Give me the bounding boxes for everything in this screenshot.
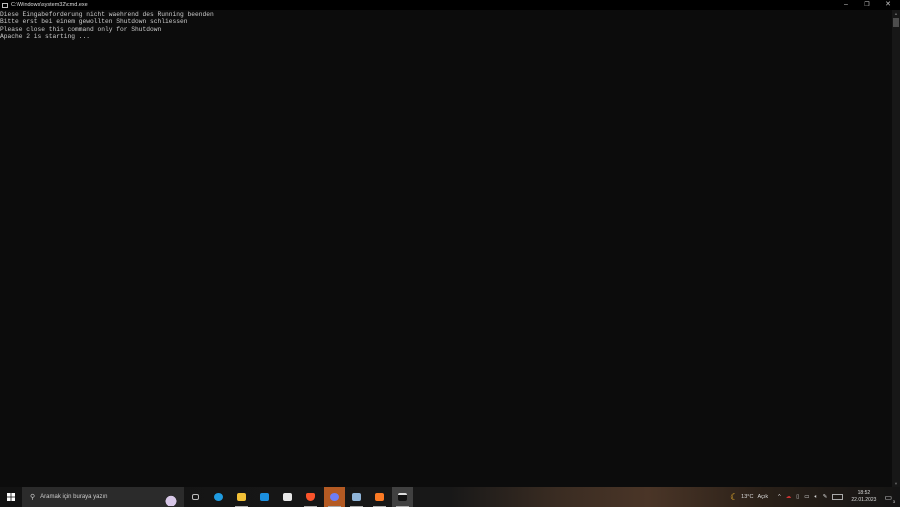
chat-icon — [330, 493, 339, 501]
volume-icon[interactable]: 🔈︎ — [814, 494, 817, 501]
minimize-button[interactable]: – — [836, 0, 856, 10]
date: 22.01.2023 — [851, 497, 877, 503]
cmd-icon — [2, 2, 8, 8]
pen-icon[interactable]: ✎ — [823, 494, 828, 500]
scroll-down-icon[interactable]: ▼ — [892, 481, 900, 486]
brave-icon — [306, 493, 315, 501]
console-output[interactable]: Diese Eingabeforderung nicht waehrend de… — [0, 11, 890, 487]
network-icon[interactable]: ▭ — [804, 494, 809, 500]
console-line: Diese Eingabeforderung nicht waehrend de… — [0, 10, 214, 18]
close-button[interactable]: ✕ — [878, 0, 898, 10]
taskbar-brave[interactable] — [300, 487, 321, 507]
taskbar: ⚲ Aramak için buraya yazın ☾ 13°C Açık ^… — [0, 487, 900, 507]
notepad-icon — [352, 493, 361, 501]
window-title: C:\Windows\system32\cmd.exe — [11, 2, 88, 8]
keyboard-icon[interactable] — [832, 494, 844, 500]
time: 18:52 — [857, 490, 871, 496]
taskbar-chat-app[interactable] — [324, 487, 345, 507]
folder-icon — [237, 493, 246, 501]
weather-condition[interactable]: Açık — [757, 494, 768, 500]
xampp-icon — [375, 493, 384, 501]
taskbar-store[interactable] — [277, 487, 298, 507]
search-placeholder: Aramak için buraya yazın — [40, 494, 108, 500]
weather-temp[interactable]: 13°C — [741, 494, 753, 500]
console-line: Please close this command only for Shutd… — [0, 25, 162, 33]
vertical-scrollbar[interactable]: ▲ ▼ — [892, 10, 900, 487]
system-tray: ☾ 13°C Açık ^ ☁ ▯ ▭ 🔈︎ ✎ 18:52 22.01.202… — [730, 487, 900, 507]
show-hidden-icons-icon[interactable]: ^ — [778, 494, 781, 500]
notification-center-button[interactable]: ▭ 3 — [884, 493, 895, 504]
weather-moon-icon[interactable]: ☾ — [730, 492, 738, 503]
taskbar-edge[interactable] — [208, 487, 229, 507]
taskbar-cmd[interactable] — [392, 487, 413, 507]
mail-icon — [260, 493, 269, 501]
scroll-up-icon[interactable]: ▲ — [892, 11, 900, 16]
search-icon: ⚲ — [30, 494, 36, 501]
restore-button[interactable]: ❐ — [857, 0, 877, 10]
edge-icon — [214, 493, 223, 501]
cmd-icon — [398, 493, 407, 501]
task-view-icon — [192, 494, 199, 500]
start-button[interactable] — [0, 487, 22, 507]
usb-icon[interactable]: ▯ — [796, 494, 799, 500]
title-bar: C:\Windows\system32\cmd.exe – ❐ ✕ — [0, 0, 900, 10]
taskbar-xampp[interactable] — [369, 487, 390, 507]
scroll-thumb[interactable] — [893, 18, 899, 27]
taskbar-mail[interactable] — [254, 487, 275, 507]
windows-icon — [7, 493, 15, 501]
store-icon — [283, 493, 292, 501]
console-line: Apache 2 is starting ... — [0, 33, 91, 40]
clock[interactable]: 18:52 22.01.2023 — [851, 490, 876, 504]
search-box[interactable]: ⚲ Aramak için buraya yazın — [22, 487, 184, 507]
bunny-illustration-icon — [164, 490, 178, 506]
notification-count: 3 — [892, 498, 895, 504]
taskbar-task-view[interactable] — [185, 487, 206, 507]
taskbar-notepad[interactable] — [346, 487, 367, 507]
onedrive-icon[interactable]: ☁ — [786, 494, 792, 500]
taskbar-file-explorer[interactable] — [231, 487, 252, 507]
console-line: Bitte erst bei einem gewollten Shutdown … — [0, 18, 188, 25]
